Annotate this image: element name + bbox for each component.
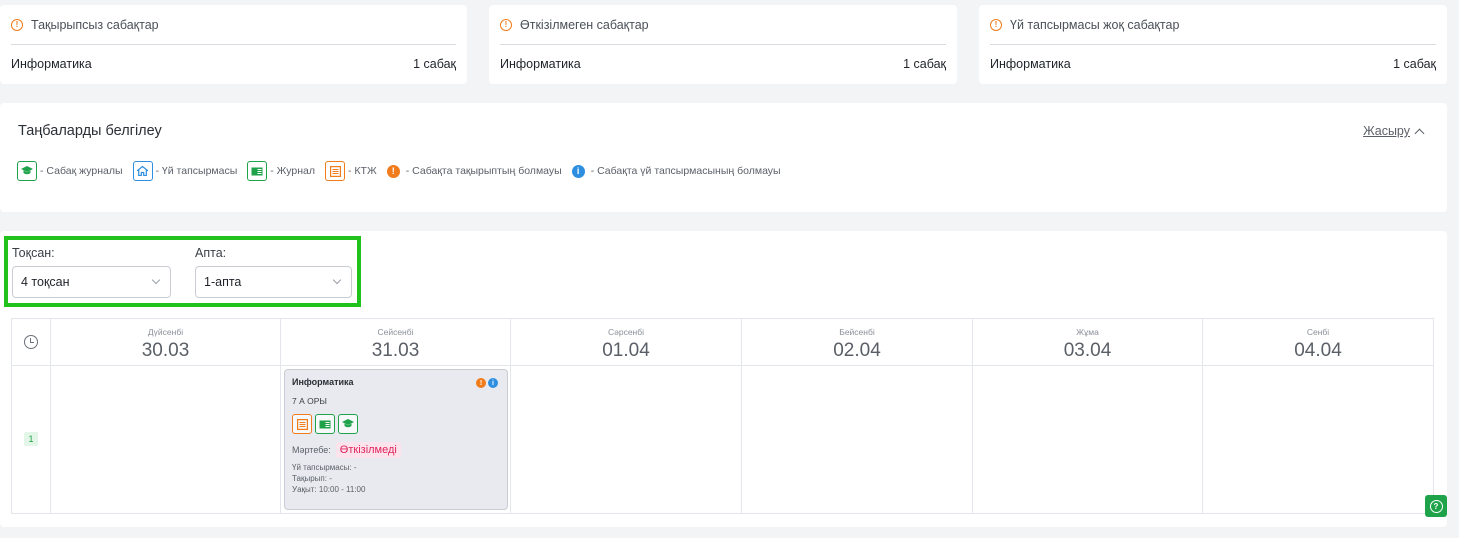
list-icon[interactable] xyxy=(292,414,312,434)
stat-card-no-homework: ! Үй тапсырмасы жоқ сабақтар Информатика 1… xyxy=(979,5,1447,84)
day-date: 03.04 xyxy=(1063,340,1112,361)
question-icon: ? xyxy=(1429,499,1443,513)
book-icon[interactable] xyxy=(315,414,335,434)
legend-label: - КТЖ xyxy=(348,165,377,177)
stat-card-not-held: ! Өткізілмеген сабақтар Информатика 1 саба… xyxy=(489,5,957,84)
legend-item-no-homework: i - Сабақта үй тапсырмасының болмауы xyxy=(571,164,781,178)
legend-label: - Сабақта тақырыптың болмауы xyxy=(405,165,562,177)
chevron-down-icon xyxy=(332,275,342,285)
lesson-title: Информатика xyxy=(292,377,354,387)
chevron-up-icon xyxy=(1414,128,1425,138)
day-header-thursday: Бейсенбі 02.04 xyxy=(742,319,972,365)
day-date: 31.03 xyxy=(371,340,420,361)
day-name: Сәрсенбі xyxy=(607,327,645,337)
clock-icon xyxy=(24,335,38,349)
blue-info-icon: i xyxy=(571,164,585,178)
legend-item-ktzh: - КТЖ xyxy=(325,161,377,181)
orange-info-icon: ! xyxy=(386,164,400,178)
home-icon xyxy=(132,161,153,181)
legend-item-journal: - Журнал xyxy=(247,161,315,181)
lesson-warnings: ! i xyxy=(476,378,498,388)
lesson-homework: Үй тапсырмасы: - xyxy=(292,463,357,472)
day-name: Бейсенбі xyxy=(839,327,875,337)
warning-circle-icon: ! xyxy=(500,18,512,31)
legend-item-lesson-journal: - Сабақ журналы xyxy=(17,161,123,181)
week-value: 1-апта xyxy=(204,275,242,289)
legend-panel xyxy=(0,103,1447,212)
week-select[interactable]: 1-апта xyxy=(195,266,352,298)
book-icon xyxy=(247,161,268,181)
quarter-select[interactable]: 4 тоқсан xyxy=(12,266,171,298)
quarter-value: 4 тоқсан xyxy=(21,275,70,289)
stat-subject[interactable]: Информатика xyxy=(990,57,1071,71)
hide-legend-label[interactable]: Жасыру xyxy=(1363,124,1410,138)
list-icon xyxy=(325,161,345,181)
day-header-monday: Дүйсенбі 30.03 xyxy=(51,319,280,365)
lesson-topic: Тақырып: - xyxy=(292,474,332,483)
stat-title: Тақырыпсыз сабақтар xyxy=(31,17,159,32)
week-label: Апта: xyxy=(195,246,227,260)
graduation-cap-icon[interactable] xyxy=(338,414,358,434)
lesson-class: 7 А ОРЫ xyxy=(292,396,327,406)
legend-items: - Сабақ журналы - Үй тапсырмасы - Журнал… xyxy=(17,161,791,181)
legend-item-homework: - Үй тапсырмасы xyxy=(132,161,238,181)
chevron-down-icon xyxy=(151,275,161,285)
day-header-wednesday: Сәрсенбі 01.04 xyxy=(511,319,741,365)
legend-label: - Үй тапсырмасы xyxy=(155,165,238,177)
day-name: Дүйсенбі xyxy=(147,327,184,337)
day-name: Жұма xyxy=(1076,327,1099,337)
stat-subject[interactable]: Информатика xyxy=(11,57,92,71)
quarter-label: Тоқсан: xyxy=(12,246,55,260)
day-header-saturday: Сенбі 04.04 xyxy=(1203,319,1433,365)
lesson-actions xyxy=(292,414,500,434)
blue-info-icon: i xyxy=(488,378,498,388)
timetable-grid: Дүйсенбі 30.03 Сейсенбі 31.03 Сәрсенбі 0… xyxy=(11,318,1434,514)
status-badge: Өткізілмеді xyxy=(335,442,401,458)
day-header-tuesday: Сейсенбі 31.03 xyxy=(281,319,510,365)
day-name: Сейсенбі xyxy=(377,327,414,337)
legend-item-no-topic: ! - Сабақта тақырыптың болмауы xyxy=(386,164,562,178)
warning-circle-icon: ! xyxy=(990,18,1002,31)
stat-title: Өткізілмеген сабақтар xyxy=(520,17,649,32)
stat-count: 1 сабақ xyxy=(903,57,946,71)
period-number: 1 xyxy=(24,432,38,446)
day-date: 30.03 xyxy=(141,340,190,361)
legend-label: - Сабақта үй тапсырмасының болмауы xyxy=(590,165,781,177)
legend-label: - Сабақ журналы xyxy=(40,165,123,177)
graduation-cap-icon xyxy=(17,161,37,181)
day-header-friday: Жұма 03.04 xyxy=(973,319,1202,365)
day-name: Сенбі xyxy=(1306,327,1330,337)
day-date: 01.04 xyxy=(602,340,650,361)
stat-card-no-topic: ! Тақырыпсыз сабақтар Информатика 1 сабақ xyxy=(0,5,467,84)
stat-subject[interactable]: Информатика xyxy=(500,57,581,71)
legend-title: Таңбаларды белгілеу xyxy=(18,123,162,139)
hide-legend-link[interactable]: Жасыру xyxy=(1363,124,1425,138)
stat-count: 1 сабақ xyxy=(413,57,456,71)
lesson-meta: Үй тапсырмасы: - Тақырып: - Уақыт: 10:00… xyxy=(292,462,500,495)
orange-info-icon: ! xyxy=(476,378,486,388)
header-divider xyxy=(12,365,1433,366)
status-label: Мәртебе: xyxy=(292,445,331,455)
legend-label: - Журнал xyxy=(270,165,315,177)
lesson-card[interactable]: Информатика ! i 7 А ОРЫ Мәртебе: Өткізіл… xyxy=(284,369,508,510)
help-button[interactable]: ? xyxy=(1425,495,1447,517)
stat-count: 1 сабақ xyxy=(1393,57,1436,71)
day-date: 04.04 xyxy=(1294,340,1342,361)
warning-circle-icon: ! xyxy=(11,18,23,31)
day-date: 02.04 xyxy=(833,340,881,361)
lesson-time: Уақыт: 10:00 - 11:00 xyxy=(292,485,366,494)
stat-title: Үй тапсырмасы жоқ сабақтар xyxy=(1010,17,1180,32)
lesson-status: Мәртебе: Өткізілмеді xyxy=(292,442,500,458)
